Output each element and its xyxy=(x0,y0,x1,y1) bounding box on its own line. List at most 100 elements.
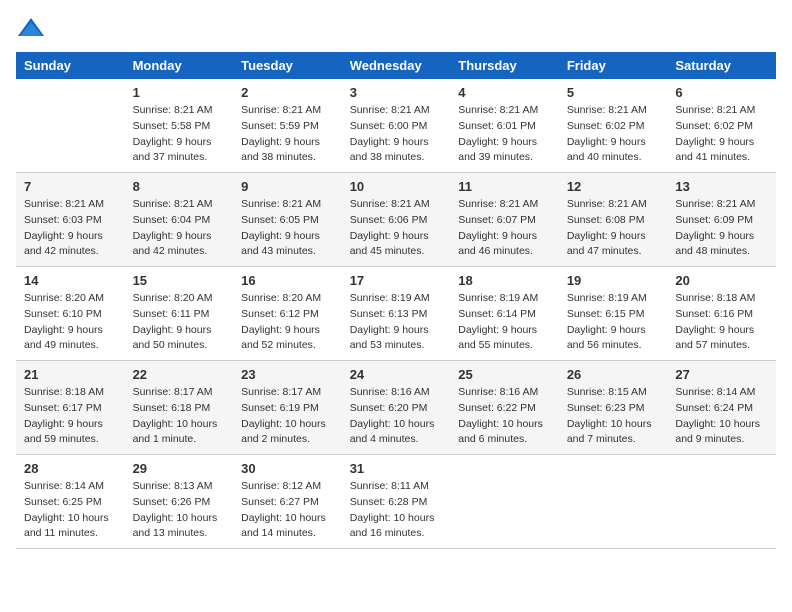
day-cell: 13 Sunrise: 8:21 AMSunset: 6:09 PMDayligh… xyxy=(667,173,776,267)
day-cell: 19Sunrise: 8:19 AMSunset: 6:15 PMDayligh… xyxy=(559,267,668,361)
header-row: SundayMondayTuesdayWednesdayThursdayFrid… xyxy=(16,52,776,79)
day-cell xyxy=(667,455,776,549)
day-cell: 18 Sunrise: 8:19 AMSunset: 6:14 PMDayligh… xyxy=(450,267,559,361)
day-number: 7 xyxy=(24,179,117,194)
day-cell xyxy=(450,455,559,549)
day-info: Sunrise: 8:14 AMSunset: 6:25 PMDaylight:… xyxy=(24,479,117,542)
day-info: Sunrise: 8:21 AMSunset: 6:02 PMDaylight:… xyxy=(675,103,768,166)
calendar-body: 1 Sunrise: 8:21 AMSunset: 5:58 PMDaylight… xyxy=(16,79,776,549)
day-info: Sunrise: 8:17 AMSunset: 6:19 PMDaylight:… xyxy=(241,385,334,448)
day-info: Sunrise: 8:21 AMSunset: 6:01 PMDaylight:… xyxy=(458,103,551,166)
day-number: 31 xyxy=(350,461,443,476)
day-number: 13 xyxy=(675,179,768,194)
day-info: Sunrise: 8:20 AMSunset: 6:12 PMDaylight:… xyxy=(241,291,334,354)
day-cell: 31 Sunrise: 8:11 AMSunset: 6:28 PMDayligh… xyxy=(342,455,451,549)
day-info: Sunrise: 8:20 AMSunset: 6:11 PMDaylight:… xyxy=(133,291,226,354)
day-cell: 7 Sunrise: 8:21 AMSunset: 6:03 PMDaylight… xyxy=(16,173,125,267)
day-cell: 22Sunrise: 8:17 AMSunset: 6:18 PMDayligh… xyxy=(125,361,234,455)
day-cell xyxy=(16,79,125,173)
day-info: Sunrise: 8:21 AMSunset: 6:08 PMDaylight:… xyxy=(567,197,660,260)
day-cell: 24 Sunrise: 8:16 AMSunset: 6:20 PMDayligh… xyxy=(342,361,451,455)
day-number: 30 xyxy=(241,461,334,476)
day-number: 20 xyxy=(675,273,768,288)
day-cell: 4 Sunrise: 8:21 AMSunset: 6:01 PMDaylight… xyxy=(450,79,559,173)
day-info: Sunrise: 8:18 AMSunset: 6:17 PMDaylight:… xyxy=(24,385,117,448)
day-cell: 1 Sunrise: 8:21 AMSunset: 5:58 PMDaylight… xyxy=(125,79,234,173)
day-info: Sunrise: 8:21 AMSunset: 6:09 PMDaylight:… xyxy=(675,197,768,260)
day-cell: 20 Sunrise: 8:18 AMSunset: 6:16 PMDayligh… xyxy=(667,267,776,361)
day-number: 8 xyxy=(133,179,226,194)
day-info: Sunrise: 8:21 AMSunset: 6:03 PMDaylight:… xyxy=(24,197,117,260)
day-info: Sunrise: 8:21 AMSunset: 6:00 PMDaylight:… xyxy=(350,103,443,166)
day-cell: 29Sunrise: 8:13 AMSunset: 6:26 PMDayligh… xyxy=(125,455,234,549)
day-info: Sunrise: 8:17 AMSunset: 6:18 PMDaylight:… xyxy=(133,385,226,448)
day-cell: 2Sunrise: 8:21 AMSunset: 5:59 PMDaylight… xyxy=(233,79,342,173)
logo-icon xyxy=(16,16,46,40)
day-info: Sunrise: 8:18 AMSunset: 6:16 PMDaylight:… xyxy=(675,291,768,354)
day-cell: 3 Sunrise: 8:21 AMSunset: 6:00 PMDaylight… xyxy=(342,79,451,173)
day-info: Sunrise: 8:12 AMSunset: 6:27 PMDaylight:… xyxy=(241,479,334,542)
day-number: 14 xyxy=(24,273,117,288)
day-number: 16 xyxy=(241,273,334,288)
day-cell: 6 Sunrise: 8:21 AMSunset: 6:02 PMDaylight… xyxy=(667,79,776,173)
day-cell: 12 Sunrise: 8:21 AMSunset: 6:08 PMDayligh… xyxy=(559,173,668,267)
day-cell: 25 Sunrise: 8:16 AMSunset: 6:22 PMDayligh… xyxy=(450,361,559,455)
week-row-1: 1 Sunrise: 8:21 AMSunset: 5:58 PMDaylight… xyxy=(16,79,776,173)
day-info: Sunrise: 8:11 AMSunset: 6:28 PMDaylight:… xyxy=(350,479,443,542)
header-cell-friday: Friday xyxy=(559,52,668,79)
day-number: 25 xyxy=(458,367,551,382)
day-cell: 16 Sunrise: 8:20 AMSunset: 6:12 PMDayligh… xyxy=(233,267,342,361)
day-number: 9 xyxy=(241,179,334,194)
day-cell: 15 Sunrise: 8:20 AMSunset: 6:11 PMDayligh… xyxy=(125,267,234,361)
day-cell: 30 Sunrise: 8:12 AMSunset: 6:27 PMDayligh… xyxy=(233,455,342,549)
day-number: 6 xyxy=(675,85,768,100)
day-cell: 9 Sunrise: 8:21 AMSunset: 6:05 PMDaylight… xyxy=(233,173,342,267)
day-number: 10 xyxy=(350,179,443,194)
day-info: Sunrise: 8:16 AMSunset: 6:22 PMDaylight:… xyxy=(458,385,551,448)
day-info: Sunrise: 8:19 AMSunset: 6:15 PMDaylight:… xyxy=(567,291,660,354)
day-number: 24 xyxy=(350,367,443,382)
day-info: Sunrise: 8:21 AMSunset: 6:07 PMDaylight:… xyxy=(458,197,551,260)
day-number: 27 xyxy=(675,367,768,382)
week-row-4: 21Sunrise: 8:18 AMSunset: 6:17 PMDayligh… xyxy=(16,361,776,455)
calendar-table: SundayMondayTuesdayWednesdayThursdayFrid… xyxy=(16,52,776,549)
day-number: 1 xyxy=(133,85,226,100)
day-cell: 26 Sunrise: 8:15 AMSunset: 6:23 PMDayligh… xyxy=(559,361,668,455)
day-number: 18 xyxy=(458,273,551,288)
day-number: 28 xyxy=(24,461,117,476)
day-number: 12 xyxy=(567,179,660,194)
day-number: 5 xyxy=(567,85,660,100)
day-cell: 11Sunrise: 8:21 AMSunset: 6:07 PMDayligh… xyxy=(450,173,559,267)
day-number: 15 xyxy=(133,273,226,288)
week-row-3: 14Sunrise: 8:20 AMSunset: 6:10 PMDayligh… xyxy=(16,267,776,361)
week-row-2: 7 Sunrise: 8:21 AMSunset: 6:03 PMDaylight… xyxy=(16,173,776,267)
header-cell-tuesday: Tuesday xyxy=(233,52,342,79)
day-info: Sunrise: 8:21 AMSunset: 6:06 PMDaylight:… xyxy=(350,197,443,260)
day-cell: 27Sunrise: 8:14 AMSunset: 6:24 PMDayligh… xyxy=(667,361,776,455)
day-cell: 5 Sunrise: 8:21 AMSunset: 6:02 PMDaylight… xyxy=(559,79,668,173)
day-info: Sunrise: 8:19 AMSunset: 6:14 PMDaylight:… xyxy=(458,291,551,354)
day-info: Sunrise: 8:21 AMSunset: 6:02 PMDaylight:… xyxy=(567,103,660,166)
day-number: 4 xyxy=(458,85,551,100)
day-info: Sunrise: 8:13 AMSunset: 6:26 PMDaylight:… xyxy=(133,479,226,542)
header-cell-sunday: Sunday xyxy=(16,52,125,79)
page-header xyxy=(16,16,776,40)
calendar-header: SundayMondayTuesdayWednesdayThursdayFrid… xyxy=(16,52,776,79)
day-info: Sunrise: 8:21 AMSunset: 6:05 PMDaylight:… xyxy=(241,197,334,260)
day-info: Sunrise: 8:21 AMSunset: 5:59 PMDaylight:… xyxy=(241,103,334,166)
week-row-5: 28 Sunrise: 8:14 AMSunset: 6:25 PMDayligh… xyxy=(16,455,776,549)
header-cell-wednesday: Wednesday xyxy=(342,52,451,79)
day-cell: 10 Sunrise: 8:21 AMSunset: 6:06 PMDayligh… xyxy=(342,173,451,267)
header-cell-thursday: Thursday xyxy=(450,52,559,79)
day-info: Sunrise: 8:15 AMSunset: 6:23 PMDaylight:… xyxy=(567,385,660,448)
header-cell-saturday: Saturday xyxy=(667,52,776,79)
day-number: 26 xyxy=(567,367,660,382)
day-number: 23 xyxy=(241,367,334,382)
day-cell: 14Sunrise: 8:20 AMSunset: 6:10 PMDayligh… xyxy=(16,267,125,361)
day-number: 17 xyxy=(350,273,443,288)
day-info: Sunrise: 8:21 AMSunset: 5:58 PMDaylight:… xyxy=(133,103,226,166)
day-number: 3 xyxy=(350,85,443,100)
day-cell: 23 Sunrise: 8:17 AMSunset: 6:19 PMDayligh… xyxy=(233,361,342,455)
day-info: Sunrise: 8:16 AMSunset: 6:20 PMDaylight:… xyxy=(350,385,443,448)
day-cell: 17Sunrise: 8:19 AMSunset: 6:13 PMDayligh… xyxy=(342,267,451,361)
